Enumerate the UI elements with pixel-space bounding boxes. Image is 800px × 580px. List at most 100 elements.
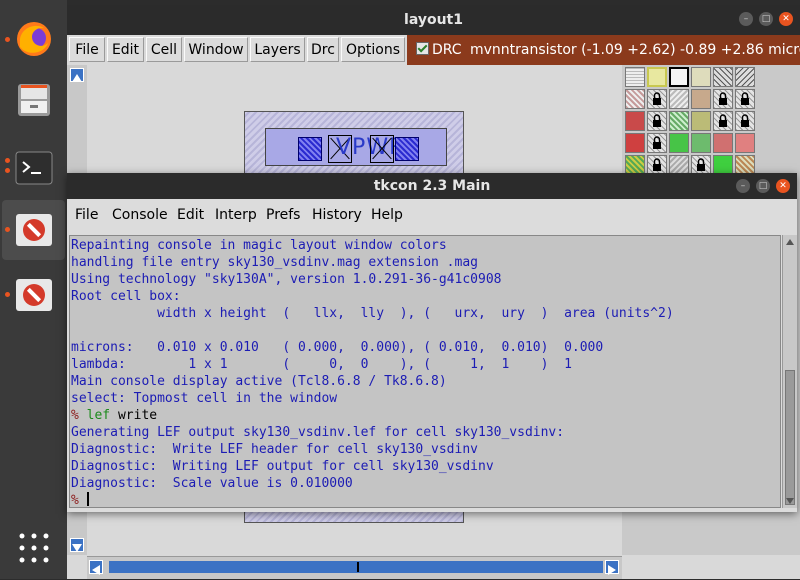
no-entry-icon — [16, 279, 52, 311]
menu-edit[interactable]: Edit — [107, 37, 144, 62]
terminal-icon — [15, 151, 53, 185]
menu-interp[interactable]: Interp — [215, 207, 257, 223]
layer-swatch[interactable] — [669, 89, 689, 109]
dock-files[interactable] — [2, 70, 65, 130]
layer-swatch[interactable] — [625, 67, 645, 87]
drc-checkbox[interactable] — [416, 42, 429, 55]
files-icon — [18, 84, 50, 116]
window-title: layout1 — [67, 5, 800, 35]
lock-icon — [653, 92, 661, 105]
console-line: width x height ( llx, lly ), ( urx, ury … — [71, 306, 674, 321]
minimize-button[interactable]: – — [736, 179, 750, 193]
layer-swatch[interactable] — [669, 133, 689, 153]
no-entry-icon — [16, 214, 52, 246]
prompt: % — [71, 408, 79, 423]
console-line: handling file entry sky130_vsdinv.mag ex… — [71, 255, 478, 270]
close-button[interactable]: ✕ — [776, 179, 790, 193]
layer-swatch[interactable] — [647, 89, 667, 109]
layer-swatch[interactable] — [735, 67, 755, 87]
console-line: lambda: 1 x 1 ( 0, 0 ), ( 1, 1 ) 1 — [71, 357, 572, 372]
lock-icon — [741, 92, 749, 105]
dock-app-window-2[interactable] — [2, 265, 65, 325]
lock-icon — [653, 114, 661, 127]
console-line: microns: 0.010 x 0.010 ( 0.000, 0.000), … — [71, 340, 604, 355]
layer-swatch[interactable] — [735, 89, 755, 109]
tkcon-window: tkcon 2.3 Main – □ ✕ File Console Edit I… — [67, 173, 797, 512]
menu-layers[interactable]: Layers — [250, 37, 305, 62]
command-line: % lef write — [71, 407, 157, 424]
dock-terminal[interactable] — [2, 138, 65, 198]
layer-swatch[interactable] — [691, 89, 711, 109]
menu-options[interactable]: Options — [341, 37, 405, 62]
scroll-up-arrow[interactable] — [785, 238, 795, 246]
layer-swatch[interactable] — [735, 111, 755, 131]
command-keyword: lef — [86, 408, 111, 423]
input-line[interactable]: % — [71, 492, 89, 508]
menu-cell[interactable]: Cell — [146, 37, 182, 62]
layer-swatch[interactable] — [669, 67, 689, 87]
layer-swatch[interactable] — [713, 67, 733, 87]
layer-swatch[interactable] — [713, 133, 733, 153]
menu-history[interactable]: History — [312, 207, 362, 223]
layer-swatch[interactable] — [713, 111, 733, 131]
layer-swatch[interactable] — [691, 67, 711, 87]
console-scrollbar[interactable] — [782, 235, 797, 508]
scroll-down-arrow[interactable] — [785, 497, 795, 505]
lock-icon — [741, 114, 749, 127]
scroll-up-arrow[interactable] — [70, 68, 84, 82]
layer-swatch[interactable] — [647, 67, 667, 87]
drc-label: DRC — [432, 42, 462, 58]
layer-swatch[interactable] — [691, 155, 711, 175]
scroll-thumb[interactable] — [109, 561, 603, 573]
menu-file[interactable]: File — [69, 37, 105, 62]
dock-firefox[interactable] — [2, 9, 65, 69]
layer-swatch[interactable] — [625, 155, 645, 175]
menu-edit[interactable]: Edit — [177, 207, 204, 223]
layer-swatch[interactable] — [669, 111, 689, 131]
layer-swatch[interactable] — [647, 155, 667, 175]
layer-swatch[interactable] — [625, 133, 645, 153]
menu-console[interactable]: Console — [112, 207, 168, 223]
apps-grid-icon[interactable] — [18, 532, 50, 564]
console-line: Diagnostic: Scale value is 0.010000 — [71, 476, 353, 491]
nwell-region: VPWR — [265, 128, 447, 166]
drc-toggle[interactable]: DRC — [407, 35, 464, 65]
scroll-down-arrow[interactable] — [70, 538, 84, 552]
layer-swatch[interactable] — [735, 155, 755, 175]
console-output[interactable]: Repainting console in magic layout windo… — [69, 235, 781, 508]
console-line: Diagnostic: Writing LEF output for cell … — [71, 459, 494, 474]
layer-swatch[interactable] — [691, 133, 711, 153]
contact-tap — [395, 137, 419, 161]
menu-file[interactable]: File — [75, 207, 98, 223]
maximize-button[interactable]: □ — [759, 12, 773, 26]
layer-swatch[interactable] — [647, 133, 667, 153]
console-line: Root cell box: — [71, 289, 181, 304]
command-arg: write — [117, 408, 158, 423]
scroll-left-arrow[interactable] — [89, 560, 103, 575]
dock-app-window[interactable] — [2, 200, 65, 260]
horizontal-scrollbar[interactable] — [87, 556, 622, 579]
prompt: % — [71, 493, 79, 508]
minimize-button[interactable]: – — [739, 12, 753, 26]
menu-window[interactable]: Window — [184, 37, 248, 62]
console-line: Generating LEF output sky130_vsdinv.lef … — [71, 425, 565, 440]
scroll-right-arrow[interactable] — [605, 560, 619, 575]
menu-prefs[interactable]: Prefs — [266, 207, 300, 223]
layer-swatch[interactable] — [735, 133, 755, 153]
layer-swatch[interactable] — [713, 89, 733, 109]
tkcon-menubar: File Console Edit Interp Prefs History H… — [67, 199, 797, 235]
close-button[interactable]: ✕ — [779, 12, 793, 26]
layer-swatch[interactable] — [669, 155, 689, 175]
scroll-thumb[interactable] — [785, 370, 795, 505]
maximize-button[interactable]: □ — [756, 179, 770, 193]
console-line: select: Topmost cell in the window — [71, 391, 338, 406]
layer-swatch[interactable] — [647, 111, 667, 131]
menu-help[interactable]: Help — [371, 207, 403, 223]
layer-swatch[interactable] — [691, 111, 711, 131]
contact-tap — [298, 137, 322, 161]
layer-swatch[interactable] — [713, 155, 733, 175]
menu-drc[interactable]: Drc — [307, 37, 339, 62]
layer-swatch[interactable] — [625, 111, 645, 131]
layer-swatch[interactable] — [625, 89, 645, 109]
status-readout: mvnntransistor (-1.09 +2.62) -0.89 +2.86… — [464, 35, 800, 65]
